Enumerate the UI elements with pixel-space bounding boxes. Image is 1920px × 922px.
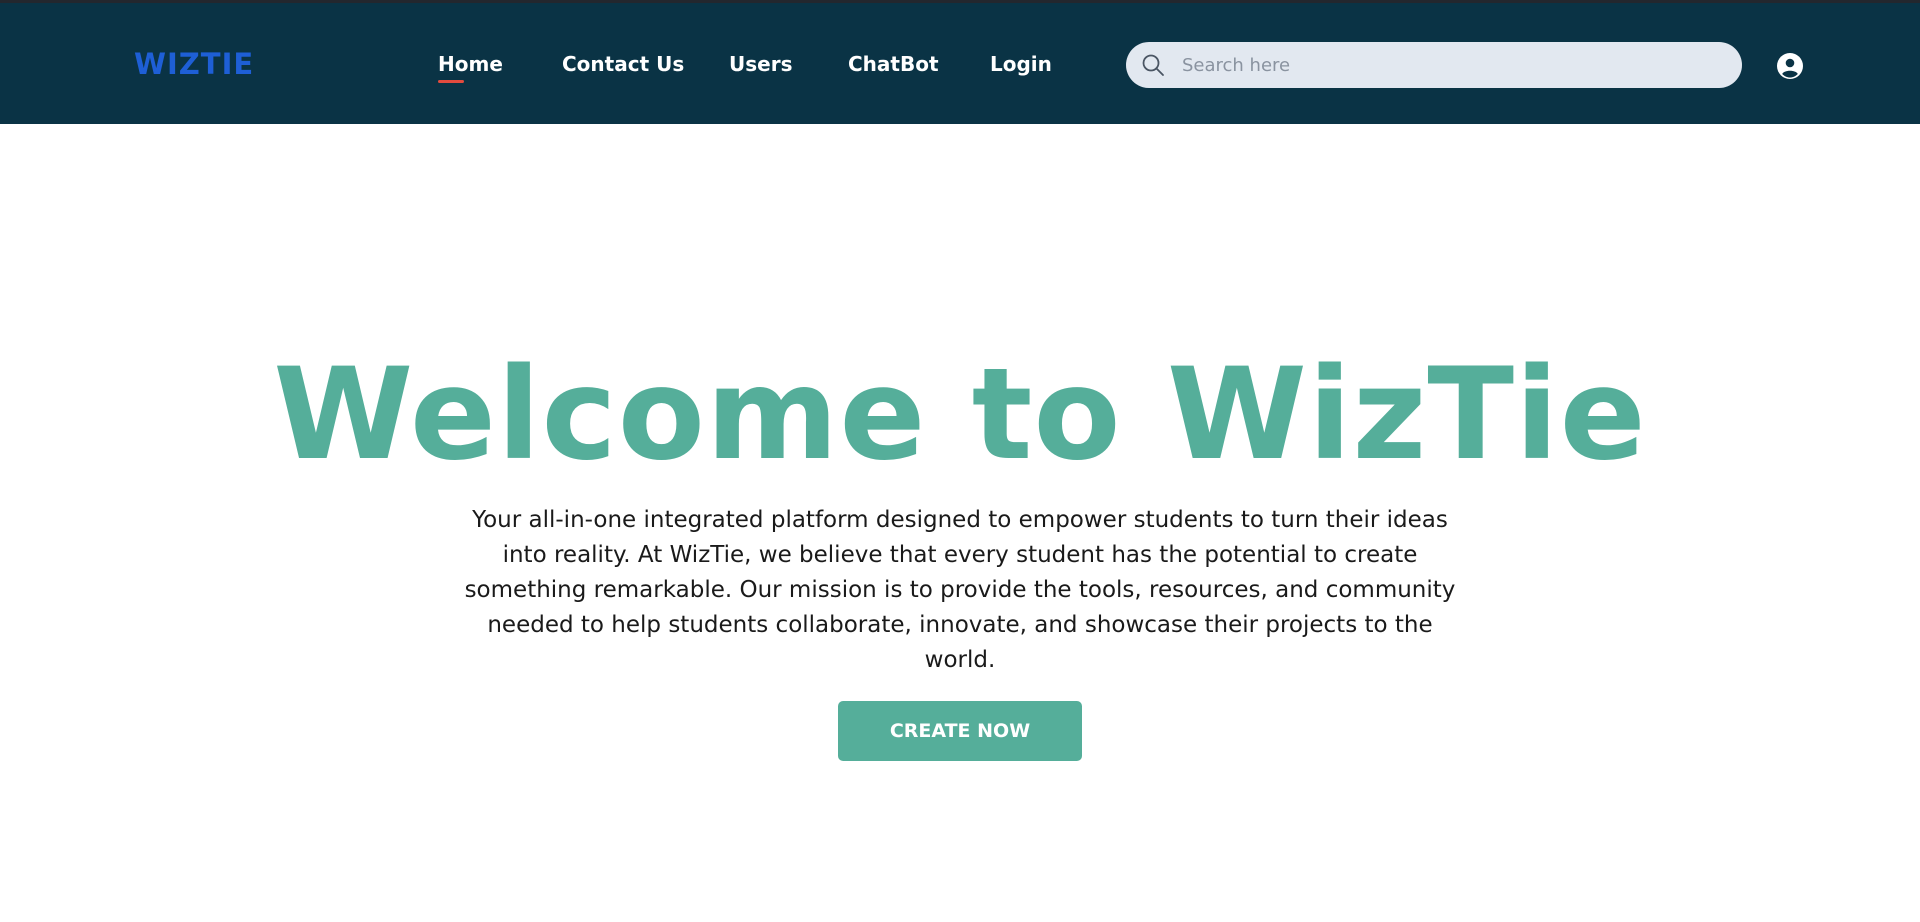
logo[interactable]: WIZTIE bbox=[134, 47, 254, 81]
nav-item-users[interactable]: Users bbox=[729, 52, 792, 76]
create-now-button[interactable]: CREATE NOW bbox=[838, 701, 1082, 761]
nav-item-login[interactable]: Login bbox=[990, 52, 1052, 76]
user-icon[interactable] bbox=[1777, 53, 1803, 79]
nav-item-home[interactable]: Home bbox=[438, 52, 503, 76]
search-icon[interactable] bbox=[1141, 53, 1165, 77]
nav-item-contact-us[interactable]: Contact Us bbox=[562, 52, 684, 76]
hero-title: Welcome to WizTie bbox=[273, 340, 1647, 488]
active-tab-indicator bbox=[438, 80, 464, 83]
search-input[interactable] bbox=[1182, 42, 1722, 88]
search-bar[interactable] bbox=[1126, 42, 1742, 88]
navbar: WIZTIE Home Contact Us Users ChatBot Log… bbox=[0, 3, 1920, 124]
nav-item-chatbot[interactable]: ChatBot bbox=[848, 52, 939, 76]
hero-description: Your all-in-one integrated platform desi… bbox=[464, 507, 1456, 673]
